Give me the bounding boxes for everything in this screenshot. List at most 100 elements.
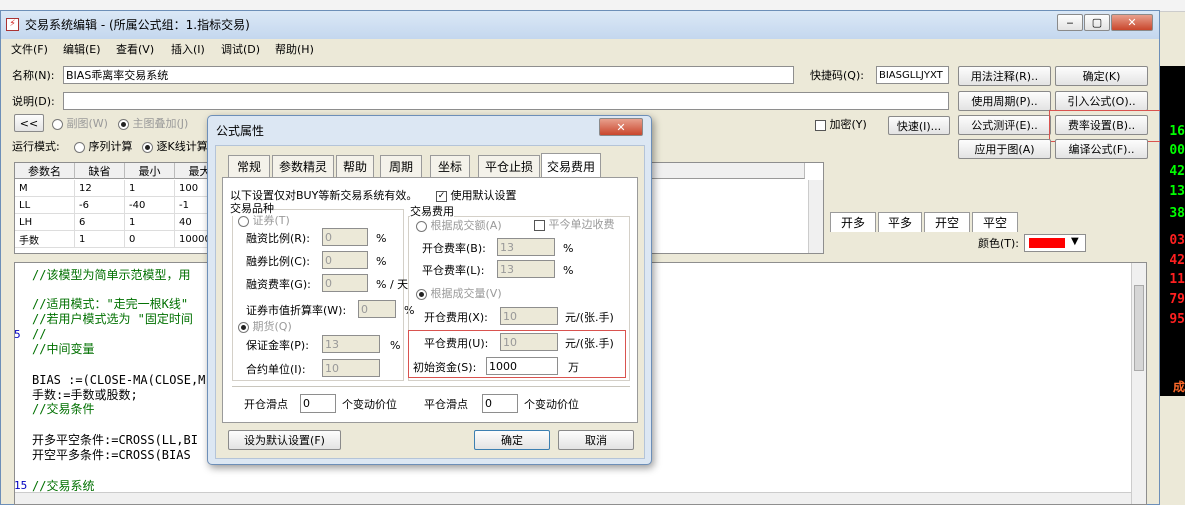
table-cell[interactable]: 12 (75, 180, 125, 197)
loan-ratio-input[interactable]: 0 (322, 251, 368, 269)
run-point-radio[interactable]: 逐K线计算 (142, 140, 208, 154)
menu-insert[interactable]: 插入(I) (171, 43, 205, 57)
market-rate-input[interactable]: 0 (358, 300, 396, 318)
table-cell[interactable]: 1 (125, 180, 175, 197)
scroll-thumb[interactable] (1134, 285, 1144, 371)
table-cell[interactable]: -40 (125, 197, 175, 214)
code-line: //交易条件 (32, 402, 95, 416)
code-line: //该模型为简单示范模型，用 (32, 268, 191, 282)
use-default-checkbox[interactable]: ✓ 使用默认设置 (436, 189, 517, 203)
tab-stop-loss[interactable]: 平仓止损 (478, 155, 540, 177)
tab-close-long[interactable]: 平多 (878, 212, 922, 232)
subchart-radio[interactable]: 副图(W) (52, 117, 108, 131)
by-volume-radio[interactable]: 根据成交量(V) (416, 287, 502, 301)
radio-icon (416, 288, 427, 300)
app-icon: ⚡ (6, 18, 19, 31)
dialog-ok-button[interactable]: 确定 (474, 430, 550, 450)
name-input[interactable]: BIAS乖离率交易系统 (63, 66, 794, 84)
tab-trade-fees[interactable]: 交易费用 (541, 153, 601, 178)
import-formula-button[interactable]: 引入公式(O).. (1055, 91, 1148, 111)
open-slip-input[interactable]: 0 (300, 394, 336, 413)
encrypt-label: 加密(Y) (829, 118, 867, 131)
close-single-checkbox[interactable]: 平今单边收费 (534, 218, 615, 232)
table-cell[interactable]: LL (15, 197, 75, 214)
by-amount-radio[interactable]: 根据成交额(A) (416, 219, 502, 233)
close-fee-input[interactable]: 10 (500, 333, 558, 351)
tab-open-short[interactable]: 开空 (924, 212, 970, 232)
shortcut-input[interactable]: BIASGLLJYXT (876, 66, 949, 84)
securities-radio[interactable]: 证券(T) (238, 214, 290, 228)
close-button[interactable]: ✕ (1111, 14, 1153, 31)
code-line: 开空平多条件:=CROSS(BIAS (32, 448, 191, 462)
tab-general[interactable]: 常规 (228, 155, 270, 177)
futures-radio[interactable]: 期货(Q) (238, 320, 292, 334)
table-cell[interactable]: 0 (125, 231, 175, 248)
tick-unit-label: 个变动价位 (342, 398, 397, 411)
compile-formula-button[interactable]: 编译公式(F).. (1055, 139, 1148, 159)
loan-ratio-label: 融券比例(C): (246, 255, 310, 268)
title-bar: ⚡ 交易系统编辑 - (所属公式组：1.指标交易) ‒ ▢ ✕ (1, 11, 1159, 39)
desc-label: 说明(D): (12, 95, 55, 108)
window-title: 交易系统编辑 - (所属公式组：1.指标交易) (25, 18, 250, 32)
table-cell[interactable]: -6 (75, 197, 125, 214)
ok-button[interactable]: 确定(K) (1055, 66, 1148, 86)
finance-rate-input[interactable]: 0 (322, 274, 368, 292)
color-dropdown[interactable]: ▼ (1024, 234, 1086, 252)
radio-icon (142, 141, 153, 153)
code-scrollbar-h[interactable] (15, 492, 1131, 504)
unit-input[interactable]: 10 (322, 359, 380, 377)
radio-icon (118, 118, 129, 130)
code-line: //若用户模式选为 "固定时间 (32, 312, 193, 326)
run-serial-radio[interactable]: 序列计算 (74, 140, 133, 154)
by-amount-label: 根据成交额(A) (430, 219, 502, 232)
code-scrollbar-v[interactable] (1131, 263, 1146, 504)
menu-file[interactable]: 文件(F) (11, 43, 48, 57)
pct-unit: % (376, 255, 387, 268)
minimize-button[interactable]: ‒ (1057, 14, 1083, 31)
tab-close-short[interactable]: 平空 (972, 212, 1018, 232)
close-slip-input[interactable]: 0 (482, 394, 518, 413)
encrypt-checkbox[interactable]: 加密(Y) (815, 118, 867, 132)
tab-help[interactable]: 帮助 (336, 155, 374, 177)
quick-button[interactable]: 快速(I)... (888, 116, 950, 135)
close-single-label: 平今单边收费 (548, 218, 615, 231)
open-fee-input[interactable]: 10 (500, 307, 558, 325)
open-rate-input[interactable]: 13 (497, 238, 555, 256)
table-scrollbar[interactable] (808, 180, 823, 253)
collapse-button[interactable]: << (14, 114, 44, 132)
mainchart-radio[interactable]: 主图叠加(J) (118, 117, 188, 131)
table-cell[interactable]: 1 (75, 231, 125, 248)
maximize-button[interactable]: ▢ (1084, 14, 1110, 31)
menu-view[interactable]: 查看(V) (116, 43, 154, 57)
radio-icon (52, 118, 63, 130)
background-quote-strip: 16 00 42 13 38 03 42 11 79 95 成 (1160, 66, 1185, 396)
dialog-close-button[interactable]: ✕ (599, 118, 643, 136)
tab-open-long[interactable]: 开多 (830, 212, 876, 232)
table-cell[interactable]: 6 (75, 214, 125, 231)
use-period-button[interactable]: 使用周期(P).. (958, 91, 1051, 111)
usage-note-button[interactable]: 用法注释(R).. (958, 66, 1051, 86)
close-rate-input[interactable]: 13 (497, 260, 555, 278)
menu-debug[interactable]: 调试(D) (221, 43, 260, 57)
tab-period[interactable]: 周期 (380, 155, 422, 177)
menu-edit[interactable]: 编辑(E) (63, 43, 101, 57)
finance-ratio-input[interactable]: 0 (322, 228, 368, 246)
table-cell[interactable]: LH (15, 214, 75, 231)
init-capital-input[interactable]: 1000 (486, 357, 558, 375)
set-default-button[interactable]: 设为默认设置(F) (228, 430, 341, 450)
tab-param-wizard[interactable]: 参数精灵 (272, 155, 334, 177)
name-label: 名称(N): (12, 69, 55, 82)
formula-test-button[interactable]: 公式测评(E).. (958, 115, 1051, 135)
table-cell[interactable]: M (15, 180, 75, 197)
margin-input[interactable]: 13 (322, 335, 380, 353)
tab-axis[interactable]: 坐标 (430, 155, 470, 177)
tick-unit-label: 个变动价位 (524, 398, 579, 411)
dialog-cancel-button[interactable]: 取消 (558, 430, 634, 450)
table-cell[interactable]: 1 (125, 214, 175, 231)
desc-input[interactable] (63, 92, 949, 110)
apply-to-chart-button[interactable]: 应用于图(A) (958, 139, 1051, 159)
table-cell[interactable]: 手数 (15, 231, 75, 248)
finance-rate-label: 融资费率(G): (246, 278, 311, 291)
securities-label: 证券(T) (252, 214, 290, 227)
menu-help[interactable]: 帮助(H) (275, 43, 314, 57)
